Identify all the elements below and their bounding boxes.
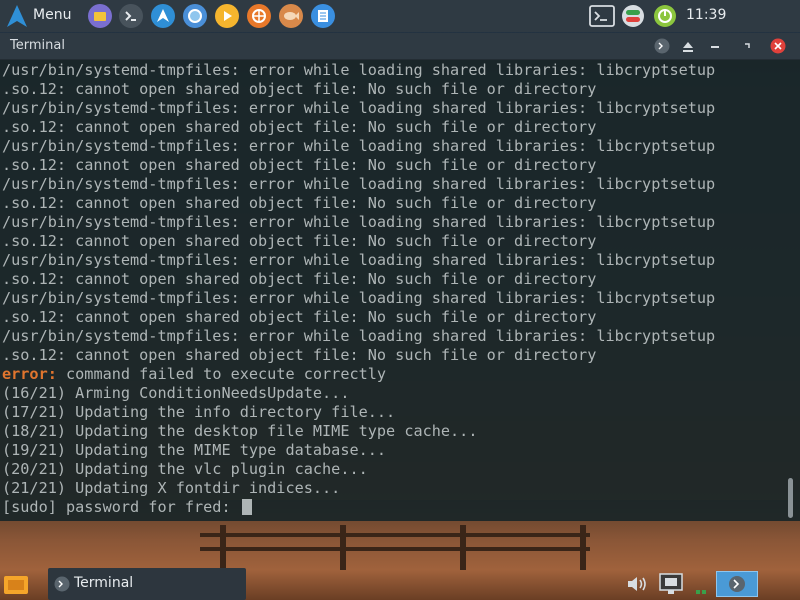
terminal-line: .so.12: cannot open shared object file: … [2, 156, 782, 175]
terminal-line-text: .so.12: cannot open shared object file: … [2, 308, 597, 326]
volume-icon[interactable] [626, 574, 650, 594]
terminal-line: /usr/bin/systemd-tmpfiles: error while l… [2, 137, 782, 156]
toggle-tray-icon[interactable] [621, 4, 645, 28]
terminal-line-text: /usr/bin/systemd-tmpfiles: error while l… [2, 289, 716, 307]
terminal-line-text: .so.12: cannot open shared object file: … [2, 270, 597, 288]
terminal-line: .so.12: cannot open shared object file: … [2, 346, 782, 365]
terminal-line: (19/21) Updating the MIME type database.… [2, 441, 782, 460]
terminal-window[interactable]: Terminal /usr/bin/systemd-tmpfiles: erro… [0, 33, 800, 521]
terminal-line: /usr/bin/systemd-tmpfiles: error while l… [2, 289, 782, 308]
terminal-line: .so.12: cannot open shared object file: … [2, 118, 782, 137]
terminal-line-text: [sudo] password for fred: [2, 498, 240, 516]
terminal-line: .so.12: cannot open shared object file: … [2, 80, 782, 99]
window-titlebar[interactable]: Terminal [0, 33, 800, 60]
fish-app-icon[interactable] [279, 4, 303, 28]
clock[interactable]: 11:39 [686, 7, 726, 23]
terminal-line-text: /usr/bin/systemd-tmpfiles: error while l… [2, 175, 716, 193]
terminal-line-text: (18/21) Updating the desktop file MIME t… [2, 422, 478, 440]
terminal-line-text: .so.12: cannot open shared object file: … [2, 346, 597, 364]
taskbar-item-terminal[interactable]: Terminal [48, 568, 246, 600]
top-panel: Menu 11:39 [0, 0, 800, 32]
terminal-line: /usr/bin/systemd-tmpfiles: error while l… [2, 327, 782, 346]
terminal-output[interactable]: /usr/bin/systemd-tmpfiles: error while l… [2, 61, 782, 521]
terminal-line-text: .so.12: cannot open shared object file: … [2, 118, 597, 136]
terminal-line: (17/21) Updating the info directory file… [2, 403, 782, 422]
terminal-tray-icon[interactable] [589, 4, 615, 28]
terminal-line-text: /usr/bin/systemd-tmpfiles: error while l… [2, 251, 716, 269]
scrollbar[interactable] [788, 478, 793, 518]
terminal-app-icon [654, 38, 670, 54]
workspace-active[interactable] [716, 571, 758, 597]
desktop-background-fence [200, 525, 590, 570]
terminal-line-text: .so.12: cannot open shared object file: … [2, 80, 597, 98]
terminal-line-text: .so.12: cannot open shared object file: … [2, 232, 597, 250]
window-title: Terminal [10, 38, 65, 53]
terminal-line-text: /usr/bin/systemd-tmpfiles: error while l… [2, 99, 716, 117]
terminal-line: (18/21) Updating the desktop file MIME t… [2, 422, 782, 441]
terminal-line: /usr/bin/systemd-tmpfiles: error while l… [2, 251, 782, 270]
taskbar-item-label: Terminal [74, 575, 134, 591]
terminal-line: /usr/bin/systemd-tmpfiles: error while l… [2, 213, 782, 232]
terminal-line-text: .so.12: cannot open shared object file: … [2, 156, 597, 174]
error-prefix: error: [2, 365, 57, 383]
terminal-line-text: (20/21) Updating the vlc plugin cache... [2, 460, 368, 478]
maximize-icon[interactable] [739, 38, 755, 54]
terminal-line: (16/21) Arming ConditionNeedsUpdate... [2, 384, 782, 403]
terminal-line-text: /usr/bin/systemd-tmpfiles: error while l… [2, 61, 716, 79]
terminal-line-text: /usr/bin/systemd-tmpfiles: error while l… [2, 327, 716, 345]
terminal-icon[interactable] [119, 4, 143, 28]
terminal-line: /usr/bin/systemd-tmpfiles: error while l… [2, 61, 782, 80]
terminal-line-text: (17/21) Updating the info directory file… [2, 403, 396, 421]
minimize-icon[interactable] [707, 38, 723, 54]
shade-icon[interactable] [680, 38, 696, 54]
chromium-icon[interactable] [183, 4, 207, 28]
terminal-line: /usr/bin/systemd-tmpfiles: error while l… [2, 99, 782, 118]
arch-icon[interactable] [151, 4, 175, 28]
network-icon[interactable] [658, 572, 684, 596]
orange-app-icon[interactable] [247, 4, 271, 28]
terminal-line-text: /usr/bin/systemd-tmpfiles: error while l… [2, 213, 716, 231]
terminal-line: /usr/bin/systemd-tmpfiles: error while l… [2, 175, 782, 194]
terminal-line: .so.12: cannot open shared object file: … [2, 308, 782, 327]
terminal-line: (21/21) Updating X fontdir indices... [2, 479, 782, 498]
terminal-line-text: .so.12: cannot open shared object file: … [2, 194, 597, 212]
update-tray-icon[interactable] [653, 4, 677, 28]
terminal-line-text: command failed to execute correctly [56, 365, 387, 383]
show-desktop-icon[interactable] [4, 576, 28, 594]
terminal-workspace-icon [729, 576, 745, 592]
terminal-line: .so.12: cannot open shared object file: … [2, 232, 782, 251]
terminal-line: [sudo] password for fred: [2, 498, 782, 517]
terminal-line-text: (19/21) Updating the MIME type database.… [2, 441, 387, 459]
terminal-line: .so.12: cannot open shared object file: … [2, 194, 782, 213]
menu-button-label[interactable]: Menu [33, 7, 71, 23]
close-icon[interactable] [770, 38, 786, 54]
terminal-line: .so.12: cannot open shared object file: … [2, 270, 782, 289]
text-editor-icon[interactable] [311, 4, 335, 28]
terminal-line-text: /usr/bin/systemd-tmpfiles: error while l… [2, 137, 716, 155]
terminal-line: error: command failed to execute correct… [2, 365, 782, 384]
text-cursor [241, 499, 252, 515]
arch-menu-icon[interactable] [6, 4, 28, 28]
terminal-line-text: (16/21) Arming ConditionNeedsUpdate... [2, 384, 350, 402]
terminal-task-icon [54, 576, 70, 592]
workspace-switcher-icon[interactable] [690, 570, 716, 598]
terminal-line: (20/21) Updating the vlc plugin cache... [2, 460, 782, 479]
media-player-icon[interactable] [215, 4, 239, 28]
files-icon[interactable] [88, 4, 112, 28]
terminal-line-text: (21/21) Updating X fontdir indices... [2, 479, 341, 497]
